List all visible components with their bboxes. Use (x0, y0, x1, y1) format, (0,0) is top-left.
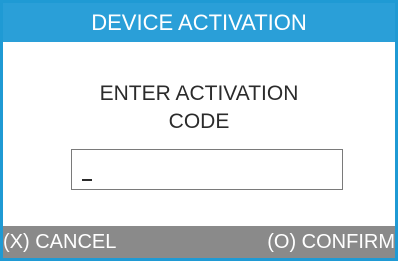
activation-prompt: ENTER ACTIVATION CODE (3, 80, 395, 136)
prompt-line-2: CODE (168, 110, 230, 133)
action-bar: (X) CANCEL (O) CONFIRM (3, 226, 395, 258)
activation-code-input[interactable] (71, 149, 343, 190)
text-cursor (82, 179, 92, 181)
device-activation-screen: DEVICE ACTIVATION ENTER ACTIVATION CODE … (0, 0, 398, 261)
cancel-button[interactable]: (X) CANCEL (3, 226, 116, 258)
screen-title: DEVICE ACTIVATION (91, 9, 307, 35)
prompt-line-1: ENTER ACTIVATION (99, 82, 299, 105)
confirm-button[interactable]: (O) CONFIRM (267, 226, 395, 258)
screen-title-bar: DEVICE ACTIVATION (3, 3, 395, 42)
